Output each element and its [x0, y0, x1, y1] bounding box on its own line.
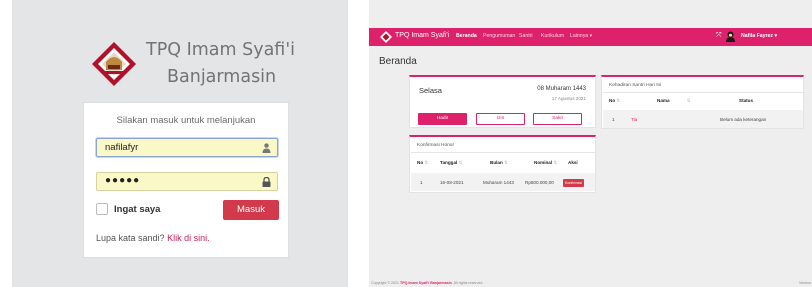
- izin-button[interactable]: Izin: [476, 113, 525, 125]
- dashboard-screen: TPQ Imam Syafi'i Beranda Pengumuman Sant…: [369, 0, 812, 287]
- honor-no: 1: [420, 180, 423, 185]
- user-menu[interactable]: Nafila Fayrez ▾: [741, 33, 777, 39]
- col-header-nama[interactable]: Nama ⇅: [657, 98, 691, 104]
- footer-copyright: Copyright © 2021 TPQ Imam Syafi'i Banjar…: [371, 281, 484, 285]
- col-header-tanggal[interactable]: Tanggal ⇅: [440, 160, 462, 166]
- remember-label: Ingat saya: [114, 204, 161, 215]
- login-screen: TPQ Imam Syafi'i Banjarmasin Silakan mas…: [12, 0, 348, 287]
- avatar[interactable]: [725, 31, 736, 42]
- forgot-password-text: Lupa kata sandi?: [96, 233, 165, 243]
- login-submit-button[interactable]: Masuk: [223, 200, 279, 220]
- forgot-password-link[interactable]: Klik di sini.: [167, 233, 210, 243]
- col-header-status[interactable]: Status: [739, 98, 753, 103]
- forgot-password-row: Lupa kata sandi? Klik di sini.: [96, 233, 210, 243]
- today-card: Selasa 08 Muharam 1443 17 Agustus 2021 H…: [409, 75, 596, 128]
- attendance-card: Kehadiran Santri Hari Ini No ⇅ Nama ⇅ St…: [601, 75, 804, 129]
- nav-lainnya[interactable]: Lainnya ▾: [570, 33, 592, 39]
- divider: [411, 152, 595, 153]
- sakit-button[interactable]: Sakit: [533, 113, 582, 125]
- user-icon: [262, 143, 271, 153]
- divider: [603, 92, 803, 93]
- attendance-status: Belum ada keterangan: [720, 117, 767, 122]
- login-hint: Silakan masuk untuk melanjukan: [116, 115, 256, 126]
- login-brand-subtitle: Banjarmasin: [167, 67, 277, 87]
- honor-nominal: Rp500.000,00: [525, 180, 554, 185]
- tpq-logo-icon[interactable]: [380, 31, 392, 43]
- page-title: Beranda: [379, 56, 417, 67]
- honor-card-title: Konfirmasi Honor: [417, 143, 455, 148]
- col-header-nominal[interactable]: Nominal ⇅: [534, 160, 557, 166]
- col-header-no[interactable]: No ⇅: [417, 160, 428, 166]
- footer-version: Version: [799, 281, 811, 285]
- col-header-no[interactable]: No ⇅: [609, 98, 620, 104]
- password-field[interactable]: ●●●●●: [96, 172, 278, 191]
- attendance-no: 1: [612, 117, 615, 122]
- lock-icon: [262, 177, 271, 187]
- top-navbar: TPQ Imam Syafi'i Beranda Pengumuman Sant…: [369, 28, 812, 46]
- tpq-logo-icon: [92, 42, 136, 86]
- nav-kurikulum[interactable]: Kurikulum: [541, 33, 564, 39]
- attendance-name-link[interactable]: Tia: [631, 117, 637, 122]
- remember-checkbox[interactable]: [96, 203, 108, 215]
- username-value: nafilafyr: [105, 142, 139, 153]
- username-field[interactable]: nafilafyr: [96, 138, 278, 157]
- nav-beranda[interactable]: Beranda: [456, 33, 477, 39]
- footer-brand-link[interactable]: TPQ Imam Syafi'i Banjarmasin: [400, 281, 452, 285]
- day-name: Selasa: [419, 86, 442, 95]
- masehi-date: 17 Agustus 2021: [551, 96, 586, 101]
- honor-tanggal: 16-08-2021: [440, 180, 464, 185]
- nav-brand[interactable]: TPQ Imam Syafi'i: [395, 32, 449, 39]
- hijri-date: 08 Muharam 1443: [537, 86, 586, 92]
- fullscreen-icon[interactable]: ⤧: [716, 32, 722, 40]
- honor-card: Konfirmasi Honor No ⇅ Tanggal ⇅ Bulan ⇅ …: [409, 135, 596, 193]
- nav-santri[interactable]: Santri: [519, 33, 533, 39]
- hadir-button[interactable]: Hadir: [418, 113, 467, 125]
- col-header-aksi[interactable]: Aksi: [568, 160, 578, 165]
- col-header-bulan[interactable]: Bulan ⇅: [490, 160, 508, 166]
- login-brand-title: TPQ Imam Syafi'i: [146, 40, 296, 60]
- attendance-card-title: Kehadiran Santri Hari Ini: [609, 83, 662, 88]
- konfirmasi-button[interactable]: Konfirmasi: [563, 179, 584, 187]
- password-value: ●●●●●: [105, 175, 141, 186]
- honor-bulan: Muharam 1443: [483, 180, 514, 185]
- login-card: Silakan masuk untuk melanjukan nafilafyr…: [83, 102, 289, 258]
- nav-pengumuman[interactable]: Pengumuman: [483, 33, 515, 39]
